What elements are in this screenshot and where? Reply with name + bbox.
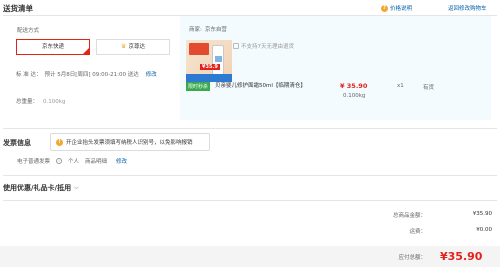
divider [3,128,497,129]
product-weight: 0.100kg [343,93,366,99]
notice-icon [233,43,239,49]
shipping-option-jd-express[interactable]: 京东快递 [16,39,90,55]
invoice-row: 电子普通发票 i 个人 商品明细 修改 [17,157,127,165]
delivery-time-value: 预计 5月8日[周四] 09:00-21:00 送达 [44,72,139,78]
delivery-time-label: 标 准 达： [16,72,42,78]
product-quantity: x1 [397,83,404,89]
freight-value: ¥0.00 [476,227,492,233]
no-7day-return-notice: 不支持7天无理由退货 [233,42,294,50]
invoice-holder: 个人 [68,159,80,165]
back-to-cart-link[interactable]: 返回修改购物车 [448,4,487,12]
total-weight-row: 总重量： 0.100kg [16,97,65,105]
delivery-time-row: 标 准 达： 预计 5月8日[周四] 09:00-21:00 送达 修改 [16,70,157,78]
chevron-down-icon: ⌵ [74,184,79,191]
payable-value: ¥35.90 [440,250,483,263]
seller-row: 商家: 京东自营 [186,25,227,33]
coupon-toggle[interactable]: 使用优惠/礼品卡/抵用 ⌵ [3,183,79,193]
crown-icon: ♛ [121,43,127,50]
invoice-edit-link[interactable]: 修改 [116,157,127,165]
total-amount-value: ¥35.90 [472,211,492,217]
stock-status: 有货 [423,85,435,91]
seller-label: 商家: [189,27,202,33]
product-price: ¥ 35.90 [340,82,368,90]
invoice-type: 电子普通发票 [17,159,51,165]
seller-name: 京东自营 [204,27,227,33]
divider [3,200,497,201]
delivery-time-edit-link[interactable]: 修改 [146,70,157,78]
help-icon: ? [381,4,388,12]
freight-label: 运费： [409,229,426,235]
product-image[interactable]: ¥35.9 [186,40,232,82]
total-amount-label: 总商品金额： [392,213,426,219]
shipping-method-label: 配送方式 [17,28,40,34]
shipping-option-label: 京东快递 [41,44,64,50]
total-weight-value: 0.100kg [43,99,66,105]
flash-sale-badge: 限时秒杀 [186,82,211,91]
warning-icon: ! [56,138,63,146]
product-name-link[interactable]: 贝亲婴儿修护面霜50ml【临期清仓】 [215,82,310,91]
section-title-delivery: 送货清单 [3,4,33,13]
info-icon[interactable]: i [56,158,63,164]
image-price-tag: ¥35.9 [200,64,220,70]
payable-label: 应付总额： [398,255,426,261]
divider [3,175,497,176]
section-title-invoice: 发票信息 [3,139,31,147]
invoice-tip: ! 开企业抬头发票须填写纳税人识别号，以免影响报销 [50,133,210,151]
no-7day-return-text: 不支持7天无理由退货 [241,44,294,50]
selected-check-icon [82,47,90,55]
price-info-link[interactable]: ? 价格说明 [381,4,412,12]
coupon-title: 使用优惠/礼品卡/抵用 [3,184,72,192]
invoice-content: 商品明细 [85,159,108,165]
shipping-option-jingzunda[interactable]: ♛ 京尊达 [96,39,170,55]
shipping-option-label: 京尊达 [128,44,145,50]
total-weight-label: 总重量： [16,99,39,105]
price-info-label: 价格说明 [390,6,413,12]
invoice-tip-text: 开企业抬头发票须填写纳税人识别号，以免影响报销 [66,140,193,146]
